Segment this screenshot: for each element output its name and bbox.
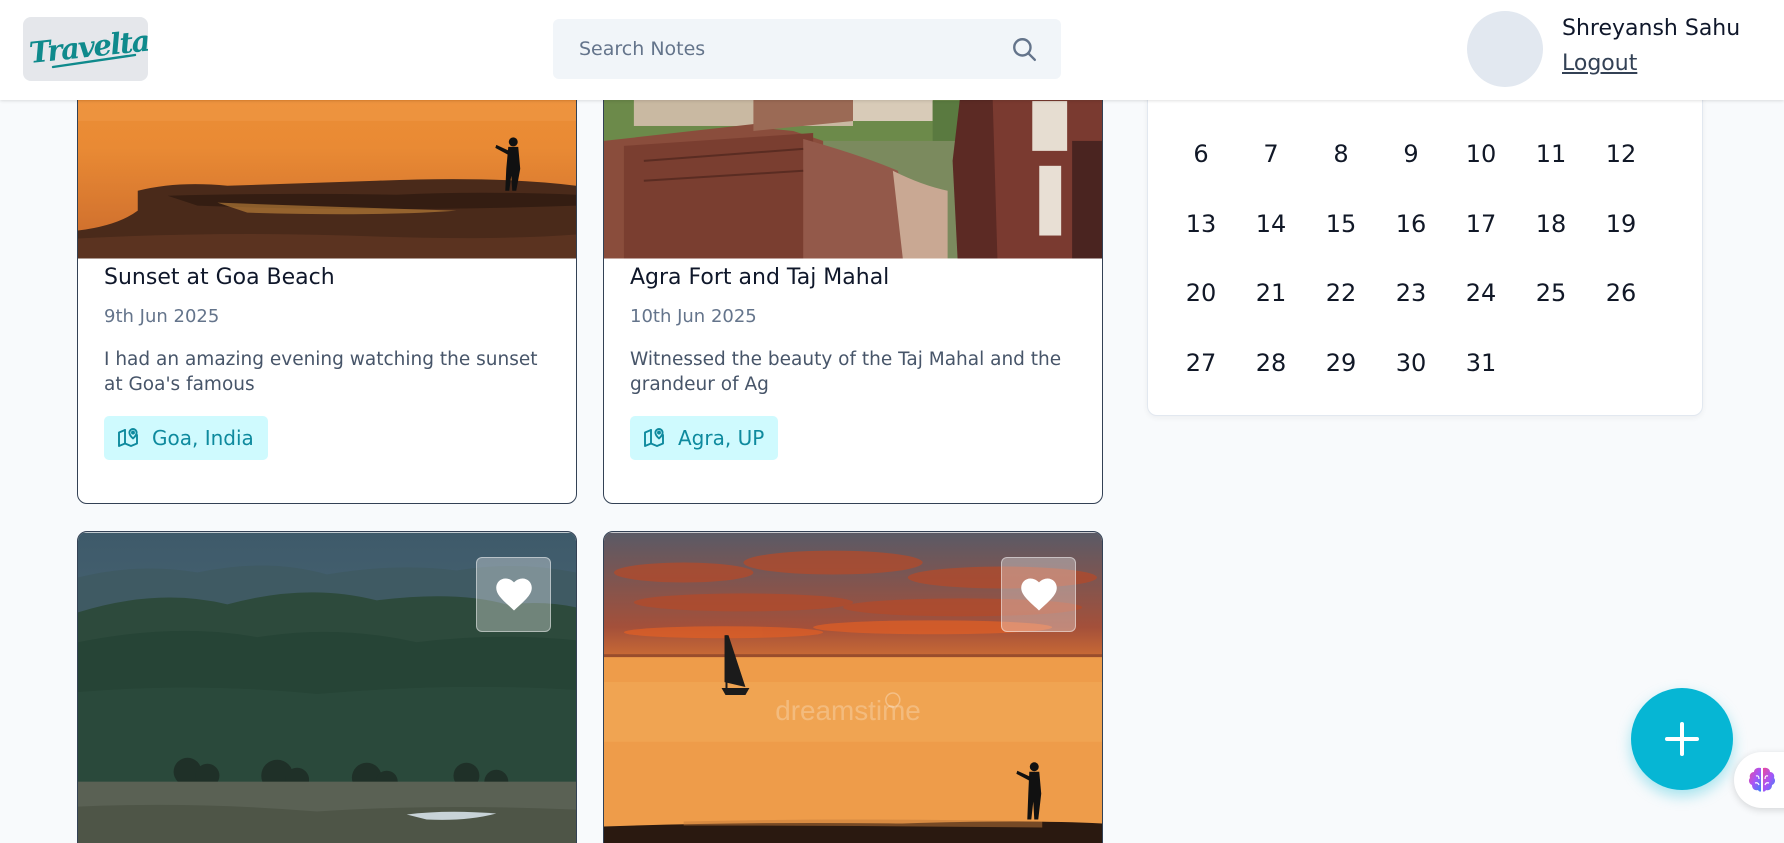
search-icon[interactable] <box>1011 36 1037 62</box>
card-title: Sunset at Goa Beach <box>104 265 335 290</box>
location-chip[interactable]: Goa, India <box>104 416 268 460</box>
card-title: Agra Fort and Taj Mahal <box>630 265 890 290</box>
calendar-day[interactable]: 7 <box>1251 140 1291 168</box>
calendar-day[interactable]: 6 <box>1181 140 1221 168</box>
card-date: 10th Jun 2025 <box>630 306 757 327</box>
heart-icon <box>1020 577 1057 610</box>
top-navbar: Traveltale Shreyansh Sahu Logout <box>0 0 1784 100</box>
map-pin-icon <box>644 428 664 447</box>
calendar-day[interactable]: 10 <box>1461 140 1501 168</box>
location-label: Goa, India <box>152 426 254 450</box>
calendar-day[interactable]: 8 <box>1321 140 1361 168</box>
card-description: I had an amazing evening watching the su… <box>104 349 538 395</box>
calendar-day[interactable]: 31 <box>1461 349 1501 377</box>
location-label: Agra, UP <box>678 426 765 450</box>
brain-icon <box>1748 767 1776 792</box>
watermark: dreamstime <box>775 695 921 726</box>
avatar[interactable] <box>1467 11 1543 87</box>
user-name: Shreyansh Sahu <box>1562 16 1741 41</box>
calendar-day[interactable]: 17 <box>1461 210 1501 238</box>
calendar-day[interactable]: 16 <box>1391 210 1431 238</box>
calendar-day[interactable]: 20 <box>1181 279 1221 307</box>
calendar-day[interactable]: 24 <box>1461 279 1501 307</box>
calendar-day[interactable]: 26 <box>1601 279 1641 307</box>
extension-tab[interactable] <box>1734 752 1784 808</box>
calendar-day[interactable]: 21 <box>1251 279 1291 307</box>
card-date: 9th Jun 2025 <box>104 306 220 327</box>
calendar-day[interactable]: 9 <box>1391 140 1431 168</box>
calendar-day[interactable]: 18 <box>1531 210 1571 238</box>
calendar-day[interactable]: 19 <box>1601 210 1641 238</box>
search-input[interactable] <box>579 19 999 79</box>
calendar-day[interactable]: 14 <box>1251 210 1291 238</box>
calendar-day[interactable]: 11 <box>1531 140 1571 168</box>
location-chip[interactable]: Agra, UP <box>630 416 779 460</box>
search-bar <box>553 19 1061 79</box>
calendar-day[interactable]: 28 <box>1251 349 1291 377</box>
calendar-day[interactable]: 29 <box>1321 349 1361 377</box>
calendar-day[interactable]: 22 <box>1321 279 1361 307</box>
map-pin-icon <box>118 428 138 447</box>
favorite-button[interactable] <box>1001 557 1076 632</box>
logout-link[interactable]: Logout <box>1562 51 1637 76</box>
favorite-button[interactable] <box>476 557 551 632</box>
calendar-day[interactable]: 13 <box>1181 210 1221 238</box>
calendar-day[interactable]: 12 <box>1601 140 1641 168</box>
story-card[interactable] <box>77 531 577 843</box>
calendar-day[interactable]: 25 <box>1531 279 1571 307</box>
plus-icon <box>1665 722 1699 756</box>
calendar-day[interactable]: 23 <box>1391 279 1431 307</box>
date-calendar: 6 7 8 9 10 11 12 13 14 15 16 17 18 19 20 21 22 23 24 25 26 27… <box>1147 60 1703 416</box>
app-logo[interactable]: Traveltale <box>23 17 148 81</box>
calendar-day[interactable]: 30 <box>1391 349 1431 377</box>
add-story-button[interactable] <box>1631 688 1733 790</box>
heart-icon <box>495 577 532 610</box>
story-card[interactable]: dreamstime <box>603 531 1103 843</box>
calendar-day[interactable]: 15 <box>1321 210 1361 238</box>
card-description: Witnessed the beauty of the Taj Mahal an… <box>630 349 1062 395</box>
calendar-day[interactable]: 27 <box>1181 349 1221 377</box>
